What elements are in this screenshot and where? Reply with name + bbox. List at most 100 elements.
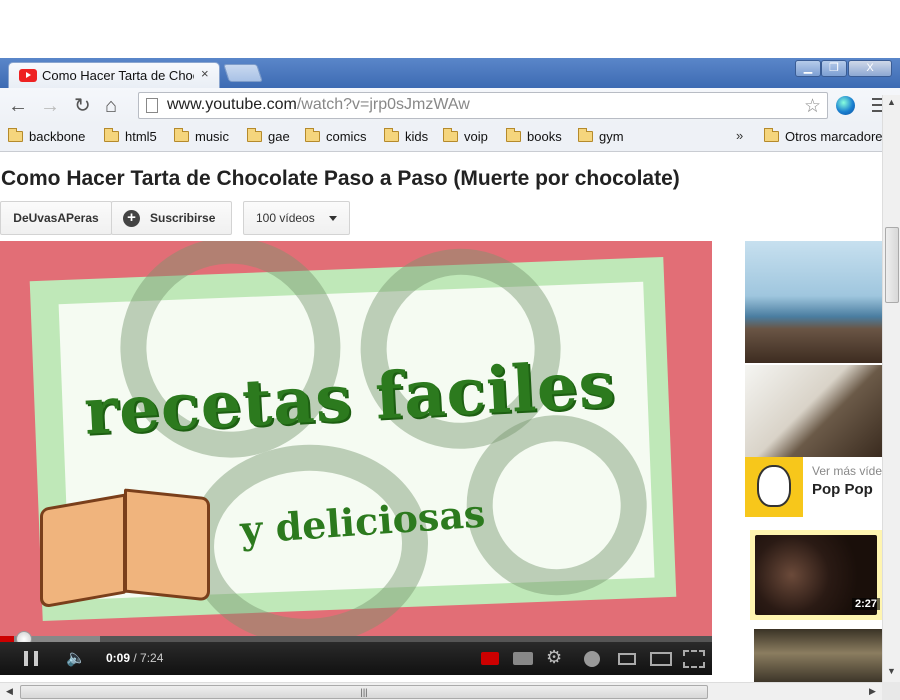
- bookmark-label: voip: [464, 129, 488, 144]
- scroll-up-icon[interactable]: ▲: [887, 97, 896, 107]
- bookmark-label: gym: [599, 129, 624, 144]
- bookmark-label: books: [527, 129, 562, 144]
- channel-button[interactable]: DeUvasAPeras: [0, 201, 112, 235]
- bookmark-label: backbone: [29, 129, 86, 144]
- folder-icon: [104, 128, 119, 142]
- related-sidebar: Ver más vídeos Pop Pop 2:27: [745, 241, 895, 689]
- book-left-page: [40, 493, 126, 609]
- other-bookmarks[interactable]: Otros marcadores: [764, 128, 890, 147]
- home-icon[interactable]: ⌂: [105, 96, 117, 116]
- book-illustration: [40, 488, 212, 609]
- duration: 7:24: [140, 651, 164, 665]
- annotations-icon[interactable]: [481, 652, 499, 665]
- browser-window: Como Hacer Tarta de Chocolate Paso a Pas…: [0, 58, 900, 700]
- new-tab-button[interactable]: [223, 64, 263, 82]
- bookmark-gae[interactable]: gae: [247, 128, 290, 147]
- forward-arrow-icon[interactable]: →: [40, 96, 60, 116]
- maximize-button[interactable]: ❐: [821, 60, 847, 77]
- other-bookmarks-label: Otros marcadores: [785, 129, 890, 144]
- related-thumbnail[interactable]: 2:27: [750, 530, 882, 620]
- desktop-background: [0, 0, 900, 58]
- vertical-scrollbar[interactable]: ▲ ▼: [882, 95, 900, 682]
- small-player-icon[interactable]: [618, 653, 636, 665]
- folder-icon: [174, 128, 189, 142]
- tab-title: Como Hacer Tarta de Chocolate Paso a Pas…: [42, 68, 194, 83]
- folder-icon: [8, 128, 23, 142]
- watch-later-icon[interactable]: [584, 651, 600, 667]
- related-thumbnail[interactable]: [745, 365, 882, 457]
- vertical-scroll-thumb[interactable]: [885, 227, 899, 303]
- bookmark-comics[interactable]: comics: [305, 128, 367, 147]
- scrollbar-corner: [882, 682, 900, 700]
- scroll-left-icon[interactable]: ◀: [6, 686, 13, 697]
- fullscreen-icon[interactable]: [683, 650, 705, 668]
- scroll-right-icon[interactable]: ▶: [869, 686, 876, 697]
- url-text[interactable]: www.youtube.com/watch?v=jrp0sJmzWAw: [167, 96, 470, 114]
- ad-thumbnail: [745, 457, 803, 517]
- bookmark-books[interactable]: books: [506, 128, 562, 147]
- videos-dropdown-button[interactable]: 100 vídeos: [243, 201, 350, 235]
- related-thumbnail[interactable]: [745, 241, 882, 363]
- plus-icon: +: [123, 210, 140, 227]
- captions-icon[interactable]: [513, 652, 533, 665]
- time-display: 0:09 / 7:24: [106, 651, 164, 665]
- volume-icon[interactable]: 🔈: [66, 648, 86, 668]
- bookmark-html5[interactable]: html5: [104, 128, 157, 147]
- bookmark-label: gae: [268, 129, 290, 144]
- gear-icon[interactable]: ⚙: [546, 647, 562, 668]
- video-title: Como Hacer Tarta de Chocolate Paso a Pas…: [1, 167, 680, 190]
- caret-down-icon: [329, 216, 337, 221]
- globe-extension-icon[interactable]: [836, 96, 855, 115]
- url-host: www.youtube.com: [167, 96, 297, 113]
- video-player[interactable]: recetas faciles y deliciosas 🔈 0:09 / 7:…: [0, 241, 712, 675]
- videos-label: 100 vídeos: [256, 211, 315, 225]
- current-time: 0:09: [106, 651, 131, 665]
- browser-tab[interactable]: Como Hacer Tarta de Chocolate Paso a Pas…: [8, 62, 220, 88]
- bookmarks-overflow-icon[interactable]: »: [736, 128, 743, 143]
- bookmark-label: music: [195, 129, 229, 144]
- popcorn-character-icon: [757, 465, 791, 507]
- folder-icon: [578, 128, 593, 142]
- bookmark-label: comics: [326, 129, 367, 144]
- folder-icon: [247, 128, 262, 142]
- video-frame[interactable]: recetas faciles y deliciosas: [0, 241, 712, 636]
- minimize-button[interactable]: ▁: [795, 60, 821, 77]
- subscribe-label: Suscribirse: [150, 211, 216, 225]
- scroll-down-icon[interactable]: ▼: [887, 666, 896, 676]
- title-bar: Como Hacer Tarta de Chocolate Paso a Pas…: [0, 58, 900, 88]
- horizontal-scrollbar[interactable]: ◀ ||| ▶: [0, 682, 882, 700]
- bookmark-backbone[interactable]: backbone: [8, 128, 86, 147]
- channel-ad[interactable]: Ver más vídeos Pop Pop: [745, 457, 895, 517]
- ad-channel-name[interactable]: Pop Pop: [812, 481, 873, 498]
- page-icon: [146, 98, 158, 113]
- duration-badge: 2:27: [851, 598, 880, 610]
- address-bar[interactable]: www.youtube.com/watch?v=jrp0sJmzWAw ☆: [138, 92, 828, 119]
- close-window-button[interactable]: X: [848, 60, 892, 77]
- folder-icon: [506, 128, 521, 142]
- bookmark-kids[interactable]: kids: [384, 128, 429, 147]
- horizontal-scroll-thumb[interactable]: |||: [20, 685, 708, 699]
- folder-icon: [764, 128, 779, 142]
- bookmark-music[interactable]: music: [174, 128, 229, 147]
- bookmark-voip[interactable]: voip: [443, 128, 488, 147]
- folder-icon: [305, 128, 320, 142]
- youtube-favicon-icon: [19, 69, 37, 82]
- subscribe-button[interactable]: + Suscribirse: [111, 201, 232, 235]
- url-path: /watch?v=jrp0sJmzWAw: [296, 96, 470, 113]
- back-arrow-icon[interactable]: ←: [8, 96, 28, 116]
- folder-icon: [443, 128, 458, 142]
- tab-close-icon[interactable]: ×: [201, 66, 209, 81]
- pause-icon[interactable]: [24, 651, 38, 666]
- browser-toolbar: ← → ↻ ⌂ www.youtube.com/watch?v=jrp0sJmz…: [0, 88, 900, 124]
- bookmark-label: html5: [125, 129, 157, 144]
- bookmark-label: kids: [405, 129, 429, 144]
- bookmark-gym[interactable]: gym: [578, 128, 624, 147]
- large-player-icon[interactable]: [650, 652, 672, 666]
- bookmarks-bar: backbone html5 music gae comics kids voi…: [0, 124, 900, 152]
- related-thumbnail[interactable]: [754, 629, 882, 689]
- reload-icon[interactable]: ↻: [74, 96, 91, 116]
- star-icon[interactable]: ☆: [804, 95, 821, 118]
- folder-icon: [384, 128, 399, 142]
- book-right-page: [124, 488, 210, 602]
- player-controls: 🔈 0:09 / 7:24 ⚙: [0, 642, 712, 675]
